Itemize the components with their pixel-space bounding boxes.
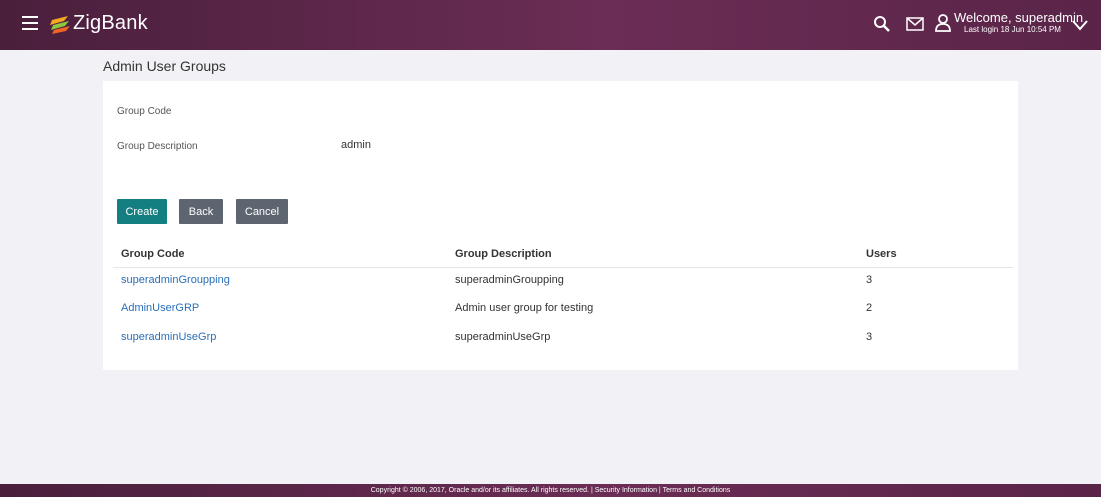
user-menu[interactable]: Welcome, superadmin Last login 18 Jun 10… — [954, 10, 1084, 35]
group-description-value: admin — [341, 139, 371, 151]
group-description-label: Group Description — [117, 141, 198, 152]
group-description-cell: superadminGroupping — [455, 274, 564, 286]
users-count-cell: 2 — [866, 302, 873, 314]
main-card: Group Code Group Description admin Creat… — [103, 81, 1018, 370]
column-header-group-description[interactable]: Group Description — [455, 248, 552, 260]
column-header-users[interactable]: Users — [866, 248, 897, 260]
column-header-group-code[interactable]: Group Code — [121, 248, 185, 260]
chevron-down-icon[interactable] — [1072, 19, 1088, 31]
security-information-link[interactable]: Security Information — [595, 487, 657, 494]
footer: Copyright © 2006, 2017, Oracle and/or it… — [0, 484, 1101, 497]
create-button[interactable]: Create — [117, 199, 167, 224]
terms-and-conditions-link[interactable]: Terms and Conditions — [663, 487, 731, 494]
last-login-text: Last login 18 Jun 10:54 PM — [964, 25, 1061, 34]
copyright-text: Copyright © 2006, 2017, Oracle and/or it… — [370, 487, 589, 494]
welcome-text: Welcome, superadmin — [954, 10, 1084, 25]
group-code-label: Group Code — [117, 106, 172, 117]
cancel-button[interactable]: Cancel — [236, 199, 288, 224]
zigbank-logo-icon — [50, 16, 70, 34]
header-divider — [113, 267, 1013, 268]
group-code-link[interactable]: superadminGroupping — [121, 274, 230, 286]
user-icon — [935, 14, 951, 32]
users-count-cell: 3 — [866, 331, 873, 343]
group-code-link[interactable]: AdminUserGRP — [121, 302, 199, 314]
search-icon[interactable] — [873, 15, 891, 33]
menu-icon[interactable] — [22, 16, 38, 30]
group-code-link[interactable]: superadminUseGrp — [121, 331, 216, 343]
brand-name[interactable]: ZigBank — [73, 12, 148, 35]
group-description-cell: superadminUseGrp — [455, 331, 551, 343]
back-button[interactable]: Back — [179, 199, 223, 224]
users-count-cell: 3 — [866, 274, 873, 286]
mail-icon[interactable] — [906, 17, 924, 31]
top-navigation-bar: ZigBank Welcome, superadmin Last login 1… — [0, 0, 1101, 50]
group-description-cell: Admin user group for testing — [455, 302, 594, 314]
page-title: Admin User Groups — [103, 58, 226, 74]
